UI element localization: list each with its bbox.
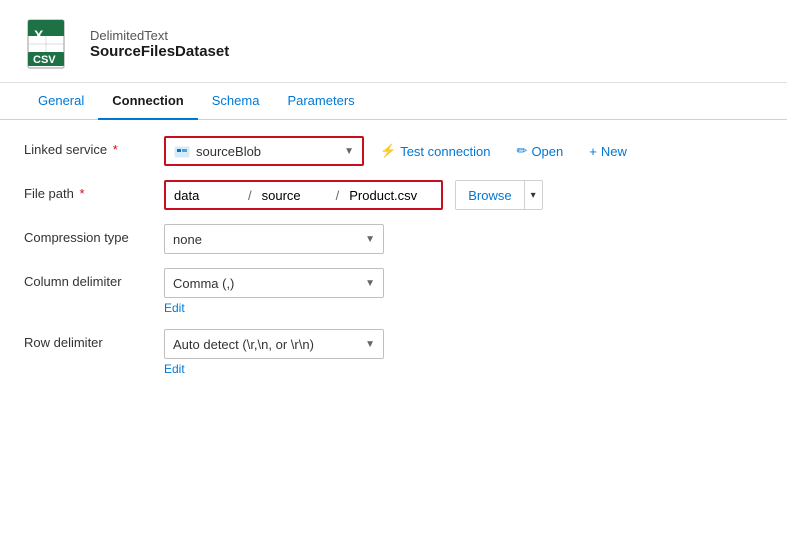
separator2: / [334, 188, 342, 203]
file-path-segment1[interactable] [166, 184, 246, 207]
file-path-group: / / [164, 180, 443, 210]
compression-type-row: Compression type none ▼ [24, 224, 763, 254]
column-delimiter-label: Column delimiter [24, 268, 164, 289]
svg-text:CSV: CSV [33, 54, 56, 66]
tab-parameters[interactable]: Parameters [273, 83, 368, 120]
dataset-type: DelimitedText [90, 28, 229, 43]
header-area: X CSV DelimitedText SourceFilesDataset [0, 0, 787, 83]
column-delimiter-value: Comma (,) [173, 276, 359, 291]
dataset-name: SourceFilesDataset [90, 43, 229, 60]
linked-service-label: Linked service * [24, 136, 164, 157]
tabs-bar: General Connection Schema Parameters [0, 83, 787, 120]
blob-service-icon [174, 143, 190, 159]
separator1: / [246, 188, 254, 203]
test-connection-button[interactable]: ⚡ Test connection [370, 136, 501, 166]
browse-main-button[interactable]: Browse [456, 181, 524, 209]
row-delimiter-value: Auto detect (\r,\n, or \r\n) [173, 337, 359, 352]
required-star: * [109, 142, 118, 157]
tab-connection[interactable]: Connection [98, 83, 198, 120]
linked-service-value: sourceBlob [196, 144, 338, 159]
open-icon: ✏ [517, 143, 528, 159]
content-area: Linked service * sourceBlob ▼ [0, 120, 787, 546]
tab-schema[interactable]: Schema [198, 83, 274, 120]
linked-service-controls: sourceBlob ▼ ⚡ Test connection ✏ Open + … [164, 136, 763, 166]
row-delimiter-label: Row delimiter [24, 329, 164, 350]
column-delimiter-row: Column delimiter Comma (,) ▼ Edit [24, 268, 763, 315]
file-path-label: File path * [24, 180, 164, 201]
compression-type-value: none [173, 232, 359, 247]
row-delimiter-controls: Auto detect (\r,\n, or \r\n) ▼ Edit [164, 329, 384, 376]
linked-service-arrow: ▼ [344, 146, 354, 157]
open-button[interactable]: ✏ Open [507, 136, 574, 166]
file-path-segment2[interactable] [254, 184, 334, 207]
svg-text:X: X [34, 27, 44, 43]
column-delimiter-controls: Comma (,) ▼ Edit [164, 268, 384, 315]
tab-general[interactable]: General [24, 83, 98, 120]
new-button[interactable]: + New [579, 136, 637, 166]
file-path-controls: / / Browse ▾ [164, 180, 763, 210]
compression-type-arrow: ▼ [365, 234, 375, 245]
row-delimiter-edit[interactable]: Edit [164, 362, 384, 376]
column-delimiter-edit[interactable]: Edit [164, 301, 384, 315]
linked-service-row: Linked service * sourceBlob ▼ [24, 136, 763, 166]
file-path-row: File path * / / Browse ▾ [24, 180, 763, 210]
main-container: X CSV DelimitedText SourceFilesDataset G… [0, 0, 787, 546]
browse-button-group: Browse ▾ [455, 180, 542, 210]
row-delimiter-row: Row delimiter Auto detect (\r,\n, or \r\… [24, 329, 763, 376]
row-delimiter-dropdown[interactable]: Auto detect (\r,\n, or \r\n) ▼ [164, 329, 384, 359]
csv-icon: X CSV [24, 18, 76, 70]
browse-dropdown-button[interactable]: ▾ [525, 181, 542, 209]
compression-type-label: Compression type [24, 224, 164, 245]
column-delimiter-dropdown[interactable]: Comma (,) ▼ [164, 268, 384, 298]
test-connection-icon: ⚡ [380, 143, 396, 159]
row-delimiter-arrow: ▼ [365, 339, 375, 350]
linked-service-dropdown[interactable]: sourceBlob ▼ [164, 136, 364, 166]
header-text: DelimitedText SourceFilesDataset [90, 28, 229, 60]
compression-type-controls: none ▼ [164, 224, 763, 254]
column-delimiter-arrow: ▼ [365, 278, 375, 289]
new-icon: + [589, 144, 597, 159]
file-path-required: * [76, 186, 85, 201]
file-path-segment3[interactable] [341, 184, 441, 207]
compression-type-dropdown[interactable]: none ▼ [164, 224, 384, 254]
